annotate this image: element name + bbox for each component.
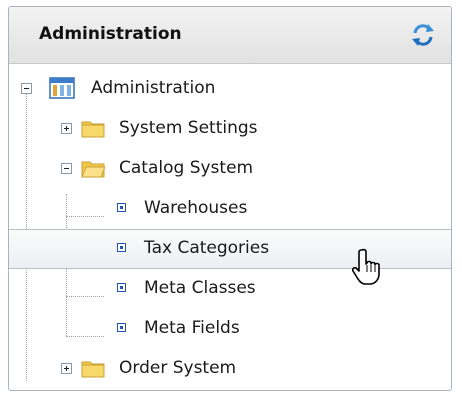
- bullet-icon: [117, 283, 126, 292]
- tree-node-label: System Settings: [119, 118, 258, 138]
- administration-panel: Administration Administration System Set…: [8, 6, 452, 391]
- tree-node-tax-categories[interactable]: Tax Categories: [9, 229, 451, 269]
- folder-icon: [81, 121, 105, 138]
- bullet-icon: [117, 203, 126, 212]
- tree-node-system-settings[interactable]: System Settings: [9, 109, 451, 149]
- panel-title: Administration: [39, 24, 182, 44]
- collapse-icon[interactable]: [61, 163, 72, 174]
- navigation-tree: Administration System Settings Catalog S…: [9, 64, 451, 390]
- tree-node-catalog-system[interactable]: Catalog System: [9, 149, 451, 189]
- bullet-icon: [117, 323, 126, 332]
- folder-open-icon: [81, 161, 105, 178]
- collapse-icon[interactable]: [21, 83, 32, 94]
- tree-node-label: Tax Categories: [144, 238, 270, 258]
- folder-icon: [81, 361, 105, 378]
- tree-node-label: Order System: [119, 358, 237, 378]
- tree-node-meta-fields[interactable]: Meta Fields: [9, 309, 451, 349]
- expand-icon[interactable]: [61, 363, 72, 374]
- tree-node-warehouses[interactable]: Warehouses: [9, 189, 451, 229]
- administration-icon: [49, 77, 75, 99]
- tree-node-meta-classes[interactable]: Meta Classes: [9, 269, 451, 309]
- hand-cursor-icon: [352, 248, 380, 285]
- refresh-icon[interactable]: [409, 21, 437, 49]
- tree-node-label: Warehouses: [144, 198, 248, 218]
- tree-node-label: Meta Classes: [144, 278, 256, 298]
- bullet-icon: [117, 243, 126, 252]
- tree-node-label: Meta Fields: [144, 318, 240, 338]
- tree-node-label: Administration: [91, 78, 216, 98]
- expand-icon[interactable]: [61, 123, 72, 134]
- tree-node-label: Catalog System: [119, 158, 254, 178]
- panel-header: Administration: [9, 7, 451, 64]
- tree-node-administration[interactable]: Administration: [9, 69, 451, 109]
- tree-node-order-system[interactable]: Order System: [9, 349, 451, 389]
